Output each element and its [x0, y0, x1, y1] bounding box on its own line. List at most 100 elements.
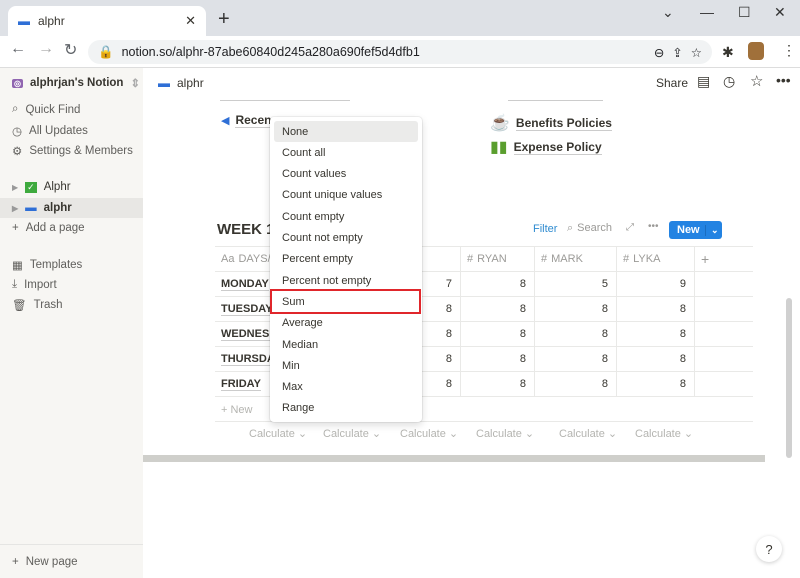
table-cell[interactable]: 8 [617, 347, 695, 372]
sidebar-item-trash[interactable]: 🗑 Trash [12, 298, 63, 312]
calculate-dropdown-1[interactable]: Calculate ⌄ [323, 427, 381, 440]
menu-item-min[interactable]: Min [274, 355, 418, 376]
menu-item-range[interactable]: Range [274, 398, 418, 419]
add-column-button[interactable]: + [695, 247, 753, 272]
database-title: WEEK 1 [217, 221, 275, 238]
new-tab-button[interactable]: + [218, 8, 230, 31]
bookmark-star-icon[interactable]: ☆ [691, 45, 702, 60]
new-button[interactable]: New ⌄ [669, 221, 722, 239]
table-cell[interactable]: 8 [535, 372, 617, 397]
more-icon[interactable]: ••• [776, 72, 791, 88]
search-icon: ⌕ [567, 222, 574, 234]
browser-tab[interactable]: ▬ alphr ✕ [8, 6, 206, 36]
sidebar-item-quick-find[interactable]: ⌕ Quick Find [12, 103, 80, 116]
share-button[interactable]: Share [656, 76, 688, 90]
breadcrumb[interactable]: ▬ alphr [158, 76, 204, 90]
megaphone-icon: ◀ [221, 115, 230, 127]
table-cell[interactable]: 8 [535, 347, 617, 372]
sidebar-item-templates[interactable]: ▦ Templates [12, 258, 82, 272]
menu-item-count-not-empty[interactable]: Count not empty [274, 228, 418, 249]
import-icon: ⤓ [12, 278, 18, 290]
menu-item-count-values[interactable]: Count values [274, 164, 418, 185]
calculate-dropdown-0[interactable]: Calculate ⌄ [249, 427, 307, 440]
search-icon: ⌕ [12, 103, 19, 115]
chevron-down-icon[interactable]: ⌄ [705, 224, 719, 236]
zoom-icon[interactable]: ⊖ [654, 45, 664, 60]
plus-icon: + [701, 251, 710, 267]
menu-item-average[interactable]: Average [274, 313, 418, 334]
browser-tab-bar: ▬ alphr ✕ + ⌄ — ☐ ✕ [0, 0, 800, 36]
number-type-icon: # [467, 253, 474, 265]
expense-policy-link[interactable]: ▮▮ Expense Policy [490, 137, 602, 157]
menu-item-sum[interactable]: Sum [270, 289, 421, 315]
sidebar-item-all-updates[interactable]: ◷ All Updates [12, 124, 88, 138]
table-cell[interactable]: 8 [461, 372, 535, 397]
sidebar-page-alphr[interactable]: ▶ ✓ Alphr [12, 181, 71, 193]
search-button[interactable]: ⌕ Search [567, 222, 612, 235]
menu-item-max[interactable]: Max [274, 377, 418, 398]
table-cell[interactable]: 8 [535, 322, 617, 347]
comments-icon[interactable]: ▤ [697, 73, 710, 90]
calculate-dropdown-4[interactable]: Calculate ⌄ [559, 427, 617, 440]
close-window-button[interactable]: ✕ [774, 4, 786, 21]
trash-icon: 🗑 [12, 300, 27, 312]
table-cell[interactable]: 8 [461, 297, 535, 322]
table-cell[interactable]: 8 [461, 347, 535, 372]
column-header-3[interactable]: # MARK [535, 247, 617, 272]
filter-button[interactable]: Filter [533, 223, 557, 235]
workspace-switcher[interactable]: ◎ alphrjan's Notion ⇕ [12, 76, 140, 90]
table-cell[interactable]: 9 [617, 272, 695, 297]
menu-item-median[interactable]: Median [274, 334, 418, 355]
help-button[interactable]: ? [756, 536, 782, 562]
menu-item-count-all[interactable]: Count all [274, 142, 418, 163]
menu-item-percent-empty[interactable]: Percent empty [274, 249, 418, 270]
sidebar: ◎ alphrjan's Notion ⇕ ⌕ Quick Find ◷ All Upd… [0, 68, 143, 578]
menu-item-count-unique-values[interactable]: Count unique values [274, 185, 418, 206]
table-cell[interactable]: 8 [461, 272, 535, 297]
vertical-scrollbar[interactable] [786, 298, 792, 458]
horizontal-scrollbar[interactable] [143, 455, 765, 462]
menu-item-none[interactable]: None [274, 121, 418, 142]
table-cell[interactable]: 8 [535, 297, 617, 322]
url-field[interactable]: 🔒 notion.so/alphr-87abe60840d245a280a690f… [88, 40, 712, 64]
column-header-2[interactable]: # RYAN [461, 247, 535, 272]
sidebar-add-page[interactable]: + Add a page [12, 222, 85, 234]
calculate-dropdown-2[interactable]: Calculate ⌄ [400, 427, 458, 440]
close-tab-icon[interactable]: ✕ [185, 13, 196, 29]
tab-search-icon[interactable]: ⌄ [662, 4, 674, 21]
table-cell[interactable]: 8 [461, 322, 535, 347]
calculate-dropdown-3[interactable]: Calculate ⌄ [476, 427, 534, 440]
sidebar-item-settings[interactable]: ⚙ Settings & Members [12, 144, 133, 158]
new-page-button[interactable]: + New page [12, 556, 78, 568]
share-icon[interactable]: ⇪ [672, 45, 682, 60]
favorite-star-icon[interactable]: ☆ [750, 72, 763, 90]
back-icon[interactable]: ← [10, 40, 26, 58]
extensions-icon[interactable]: ✱ [722, 44, 734, 61]
table-cell[interactable]: 5 [535, 272, 617, 297]
maximize-button[interactable]: ☐ [738, 4, 751, 21]
expand-icon[interactable]: ⤢ [626, 222, 634, 233]
sidebar-item-import[interactable]: ⤓ Import [12, 278, 57, 291]
menu-item-count-empty[interactable]: Count empty [274, 206, 418, 227]
menu-item-percent-not-empty[interactable]: Percent not empty [274, 270, 418, 291]
table-cell[interactable]: 8 [617, 372, 695, 397]
column-header-4[interactable]: # LYKA [617, 247, 695, 272]
menu-icon[interactable]: ⋮ [782, 42, 796, 59]
benefits-policies-link[interactable]: ☕ Benefits Policies [490, 113, 612, 133]
history-icon[interactable]: ◷ [723, 73, 735, 90]
more-icon[interactable]: ••• [648, 221, 659, 232]
forward-icon[interactable]: → [38, 40, 54, 58]
checkbox-icon: ✓ [25, 181, 37, 193]
add-row-button[interactable]: + New [221, 404, 253, 416]
coffee-icon: ☕ [490, 115, 510, 132]
minimize-button[interactable]: — [700, 4, 714, 20]
table-cell[interactable]: 8 [617, 322, 695, 347]
calculate-dropdown-5[interactable]: Calculate ⌄ [635, 427, 693, 440]
reload-icon[interactable]: ↻ [64, 40, 77, 60]
clock-icon: ◷ [12, 126, 23, 138]
caret-right-icon: ▶ [12, 182, 19, 192]
recent-link[interactable]: ◀ Recen [221, 113, 272, 128]
table-cell[interactable]: 8 [617, 297, 695, 322]
profile-avatar[interactable] [748, 42, 764, 60]
sidebar-page-alphr-selected[interactable]: ▶ ▬ alphr [0, 198, 143, 218]
